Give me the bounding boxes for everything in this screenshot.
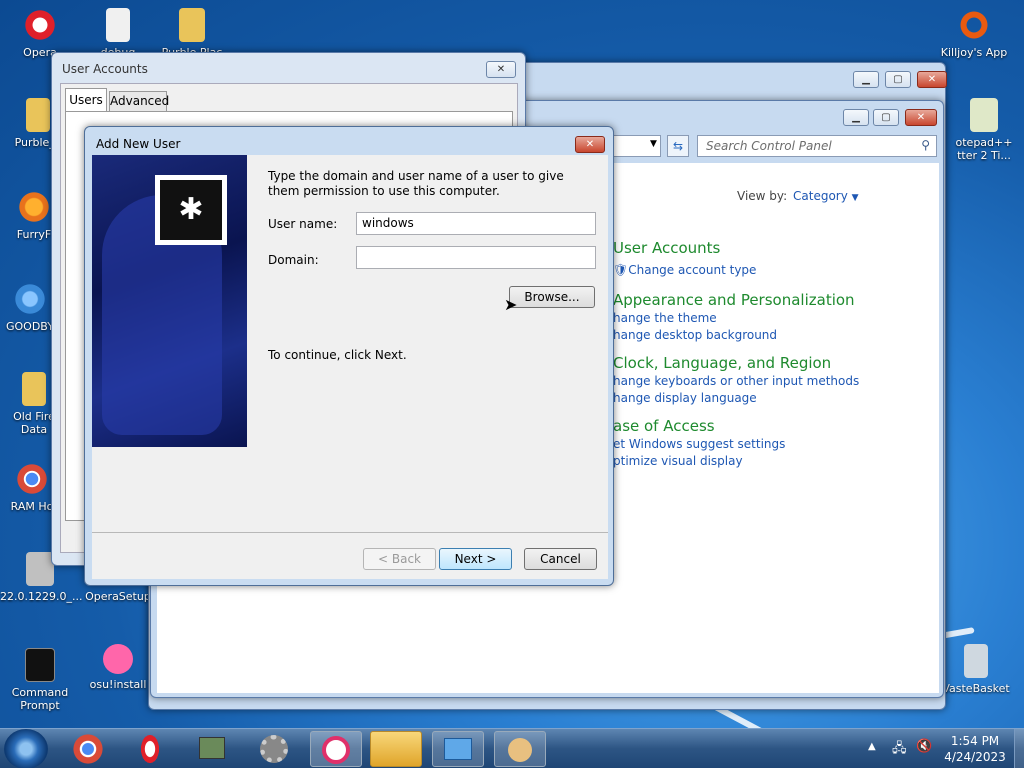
shortcut-icon [13,282,47,316]
settings-gear-icon[interactable] [248,731,300,767]
user-accounts-icon[interactable] [494,731,546,767]
refresh-icon[interactable]: ⇆ [667,135,689,157]
notepadpp-icon [970,98,998,132]
show-desktop-button[interactable] [1014,729,1024,768]
opera-icon[interactable] [124,731,176,767]
killjoy-icon [957,8,991,42]
window-title: User Accounts [62,62,148,76]
link-change-keyboards[interactable]: hange keyboards or other input methods [613,374,859,388]
add-new-user-dialog: Add New User ✕ ✱ Type the domain and use… [84,126,614,586]
clock[interactable]: 1:54 PM 4/24/2023 [940,733,1010,765]
tab-users[interactable]: Users [65,88,107,112]
continue-text: To continue, click Next. [268,348,407,362]
start-button[interactable] [4,729,48,768]
maximize-button[interactable]: ▢ [885,71,911,88]
view-by-label: View by: [737,189,788,203]
browse-button[interactable]: Browse... [509,286,595,308]
dialog-title: Add New User [96,137,181,151]
search-icon[interactable]: ⚲ [921,138,930,152]
cmd-icon [25,648,55,682]
search-box[interactable]: Search Control Panel ⚲ [697,135,937,157]
link-change-account-type[interactable]: 🛡Change account type [613,263,756,277]
installer-icon [26,552,54,586]
link-optimize-display[interactable]: ptimize visual display [613,454,743,468]
next-button[interactable]: Next > [439,548,512,570]
category-appearance[interactable]: Appearance and Personalization [613,291,855,309]
clock-time: 1:54 PM [950,734,1000,748]
instruction-text: Type the domain and user name of a user … [268,169,564,198]
show-hidden-icons-icon[interactable]: ▲ [868,741,876,752]
minimize-button[interactable]: ▁ [853,71,879,88]
opera-gx-icon[interactable] [310,731,362,767]
domain-input[interactable] [356,246,596,269]
category-ease-of-access[interactable]: ase of Access [613,417,715,435]
search-input[interactable]: Search Control Panel [706,139,832,153]
address-bar-end[interactable]: ▼ [611,135,661,157]
link-change-display-language[interactable]: hange display language [613,391,757,405]
taskbar: ▲ 🖧 🔇 1:54 PM 4/24/2023 [0,728,1024,768]
explorer-icon[interactable] [370,731,422,767]
folder-icon [26,98,50,132]
close-button[interactable]: ✕ [575,136,605,153]
desktop: Opera debug Purble Plac Purble_P FurryF … [0,0,1024,728]
chrome-icon [15,462,49,496]
close-button[interactable]: ✕ [905,109,937,126]
chevron-down-icon: ▼ [851,193,859,203]
clock-date: 4/24/2023 [944,750,1006,764]
category-user-accounts[interactable]: User Accounts [613,239,720,257]
folder-icon [22,372,46,406]
username-label: User name: [268,217,338,231]
mouse-cursor-icon: ➤ [504,295,518,314]
maximize-button[interactable]: ▢ [873,109,899,126]
tab-advanced[interactable]: Advanced [109,91,169,111]
volume-muted-icon[interactable]: 🔇 [916,739,932,754]
folder-icon [179,8,205,42]
desktop-icon-command-prompt[interactable]: Command Prompt [0,648,80,712]
network-icon[interactable]: 🖧 [892,739,907,761]
username-input[interactable]: windows [356,212,596,235]
close-button[interactable]: ✕ [486,61,516,78]
desktop-icon-osu[interactable]: osu!install [78,644,158,691]
user-key-icon: ✱ [155,175,227,245]
network-app-icon[interactable] [186,731,238,767]
back-button[interactable]: < Back [363,548,436,570]
desktop-icon-notepadpp[interactable]: otepad++ tter 2 Ti... [944,98,1024,162]
cancel-button[interactable]: Cancel [524,548,597,570]
recycle-bin-icon [964,644,988,678]
firefox-icon [17,190,51,224]
text-file-icon [106,8,130,42]
wizard-banner: ✱ [92,155,247,447]
link-change-background[interactable]: hange desktop background [613,328,777,342]
link-suggest-settings[interactable]: et Windows suggest settings [613,437,785,451]
view-by-value: Category [793,189,848,203]
desktop-icon-killjoys-app[interactable]: Killjoy's App [934,8,1014,59]
chrome-icon[interactable] [62,731,114,767]
close-button[interactable]: ✕ [917,71,947,88]
control-panel-icon[interactable] [432,731,484,767]
category-clock-language-region[interactable]: Clock, Language, and Region [613,354,831,372]
opera-icon [23,8,57,42]
desktop-icon-wastebasket[interactable]: VasteBasket [936,644,1016,695]
view-by-dropdown[interactable]: Category ▼ [793,189,859,203]
link-change-theme[interactable]: hange the theme [613,311,717,325]
minimize-button[interactable]: ▁ [843,109,869,126]
dialog-body: ✱ Type the domain and user name of a use… [92,155,608,579]
chevron-down-icon: ▼ [650,139,657,149]
divider [92,532,608,533]
osu-icon [103,644,133,674]
domain-label: Domain: [268,253,319,267]
